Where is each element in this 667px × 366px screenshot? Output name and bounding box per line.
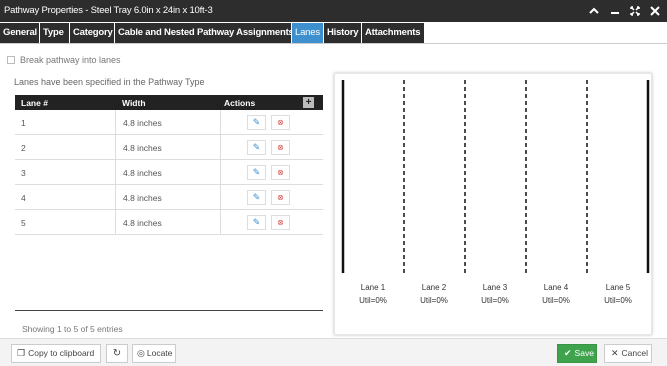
close-icon: ✕: [611, 348, 619, 358]
delete-icon[interactable]: ⊗: [271, 215, 290, 230]
lanes-info-text: Lanes have been specified in the Pathway…: [14, 77, 205, 87]
tab-attachments[interactable]: Attachments: [362, 23, 424, 43]
lane-label: Lane 2: [421, 283, 447, 292]
delete-icon[interactable]: ⊗: [271, 140, 290, 155]
lane-utilization: Util=0%: [481, 296, 509, 305]
window-title: Pathway Properties - Steel Tray 6.0in x …: [4, 5, 213, 16]
table-row[interactable]: 3 4.8 inches ✎ ⊗: [15, 160, 323, 185]
tab-divider: [0, 43, 667, 44]
table-row[interactable]: 5 4.8 inches ✎ ⊗: [15, 210, 323, 235]
save-label: Save: [574, 348, 594, 358]
break-lanes-checkbox[interactable]: [7, 56, 15, 64]
break-lanes-label: Break pathway into lanes: [20, 55, 121, 65]
lane-number: 1: [21, 118, 26, 128]
lane-width: 4.8 inches: [123, 168, 162, 178]
entries-count: Showing 1 to 5 of 5 entries: [22, 324, 123, 334]
delete-icon[interactable]: ⊗: [271, 115, 290, 130]
title-bar: Pathway Properties - Steel Tray 6.0in x …: [0, 0, 667, 22]
column-header-actions: Actions: [224, 98, 256, 108]
save-button[interactable]: ✔ Save: [557, 344, 597, 363]
lane-number: 4: [21, 193, 26, 203]
column-header-lane[interactable]: Lane #: [21, 98, 48, 108]
add-lane-button[interactable]: +: [303, 97, 314, 108]
lane-number: 3: [21, 168, 26, 178]
edit-icon[interactable]: ✎: [247, 140, 266, 155]
copy-label: Copy to clipboard: [28, 348, 95, 358]
tab-category[interactable]: Category: [70, 23, 114, 43]
grid-bottom-divider: [15, 310, 323, 311]
refresh-button[interactable]: ↻: [106, 344, 128, 363]
copy-to-clipboard-button[interactable]: ❐ Copy to clipboard: [11, 344, 101, 363]
lane-utilization: Util=0%: [359, 296, 387, 305]
locate-label: Locate: [146, 348, 173, 358]
edit-icon[interactable]: ✎: [247, 115, 266, 130]
lane-width: 4.8 inches: [123, 218, 162, 228]
edit-icon[interactable]: ✎: [247, 215, 266, 230]
table-row[interactable]: 2 4.8 inches ✎ ⊗: [15, 135, 323, 160]
dialog-footer: ❐ Copy to clipboard ↻ ◎ Locate ✔ Save ✕ Canc…: [0, 338, 667, 366]
collapse-icon[interactable]: [586, 3, 602, 19]
edit-icon[interactable]: ✎: [247, 190, 266, 205]
lane-label: Lane 5: [605, 283, 631, 292]
grid-header: Lane # Width Actions +: [15, 95, 323, 110]
lane-label: Lane 4: [543, 283, 569, 292]
close-icon[interactable]: [647, 3, 663, 19]
tab-type[interactable]: Type: [40, 23, 69, 43]
table-row[interactable]: 1 4.8 inches ✎ ⊗: [15, 110, 323, 135]
table-row[interactable]: 4 4.8 inches ✎ ⊗: [15, 185, 323, 210]
lane-label: Lane 1: [360, 283, 386, 292]
tab-lanes[interactable]: Lanes: [292, 23, 323, 43]
lane-width: 4.8 inches: [123, 193, 162, 203]
delete-icon[interactable]: ⊗: [271, 190, 290, 205]
locate-button[interactable]: ◎ Locate: [132, 344, 176, 363]
copy-icon: ❐: [17, 348, 26, 358]
minimize-icon[interactable]: [607, 3, 623, 19]
cancel-button[interactable]: ✕ Cancel: [604, 344, 652, 363]
delete-icon[interactable]: ⊗: [271, 165, 290, 180]
column-header-width[interactable]: Width: [122, 98, 146, 108]
lane-number: 2: [21, 143, 26, 153]
tab-cable-assignments[interactable]: Cable and Nested Pathway Assignments: [115, 23, 291, 43]
lane-width: 4.8 inches: [123, 143, 162, 153]
lane-utilization: Util=0%: [420, 296, 448, 305]
lane-number: 5: [21, 218, 26, 228]
tab-history[interactable]: History: [324, 23, 361, 43]
lane-utilization: Util=0%: [542, 296, 570, 305]
check-icon: ✔: [564, 348, 572, 358]
tab-general[interactable]: General: [0, 23, 39, 43]
locate-icon: ◎: [137, 348, 145, 358]
lanes-diagram: Lane 1 Util=0% Lane 2 Util=0% Lane 3 Uti…: [334, 73, 652, 335]
cancel-label: Cancel: [621, 348, 649, 358]
maximize-icon[interactable]: [627, 3, 643, 19]
refresh-icon: ↻: [112, 348, 122, 359]
lane-utilization: Util=0%: [604, 296, 632, 305]
edit-icon[interactable]: ✎: [247, 165, 266, 180]
lane-label: Lane 3: [482, 283, 508, 292]
lane-width: 4.8 inches: [123, 118, 162, 128]
